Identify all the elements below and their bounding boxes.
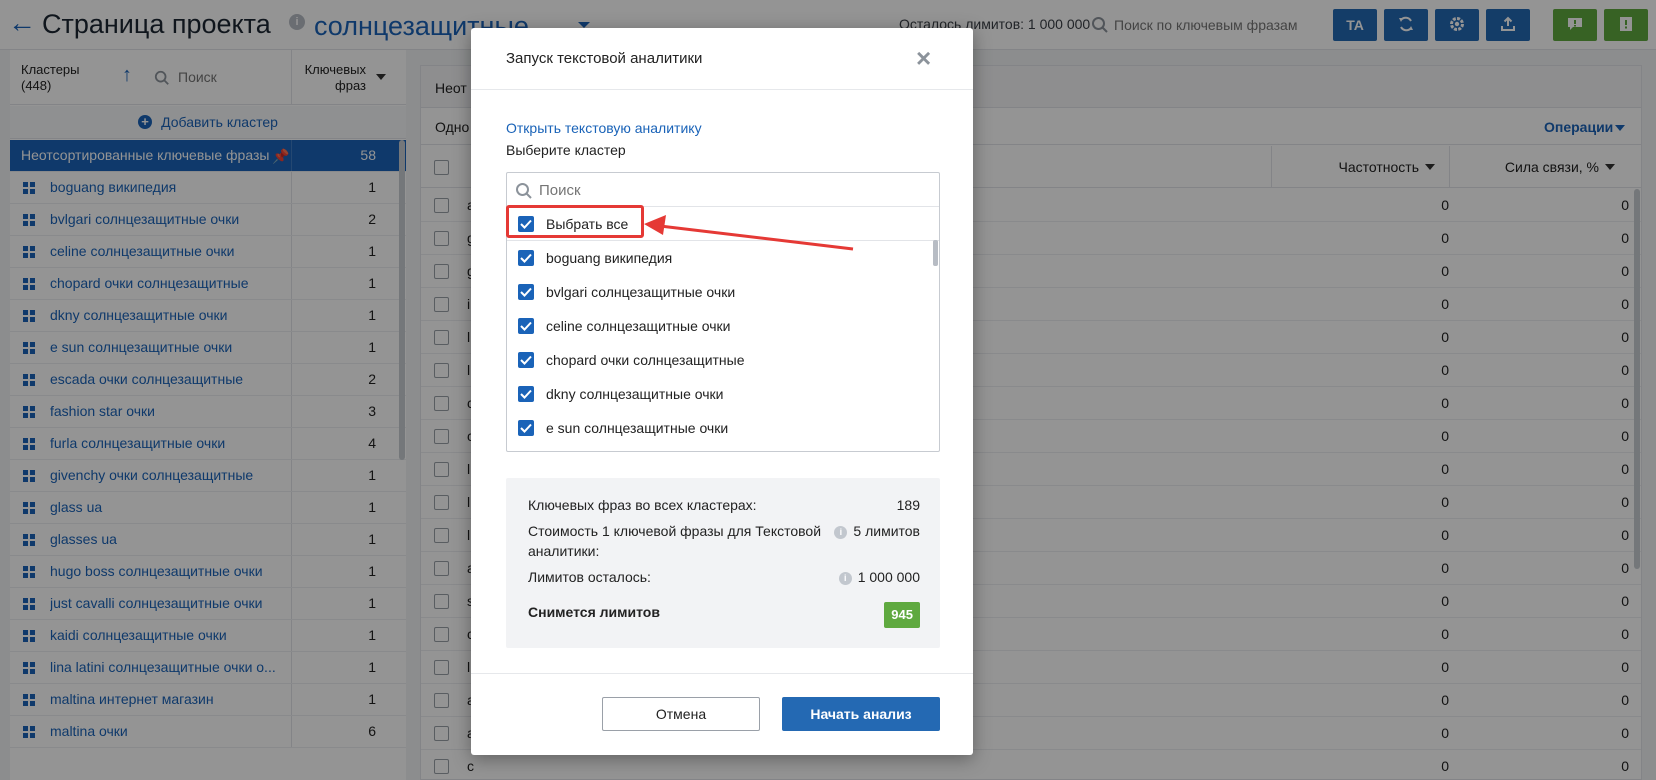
phrases-label: Ключевых фраз во всех кластерах: xyxy=(528,497,757,513)
open-text-analytics-link[interactable]: Открыть текстовую аналитику xyxy=(506,120,702,136)
cluster-picker-scrollbar[interactable] xyxy=(933,240,938,266)
cluster-option[interactable]: chopard очки солнцезащитные xyxy=(507,343,939,377)
dialog-title: Запуск текстовой аналитики xyxy=(506,50,703,67)
cluster-option[interactable]: boguang википедия xyxy=(507,241,939,275)
summary-remaining-row: Лимитов осталось: i 1 000 000 xyxy=(528,567,920,587)
cost-value: 5 лимитов xyxy=(853,523,920,539)
charge-label: Снимется лимитов xyxy=(528,604,660,620)
cluster-option-checkbox[interactable] xyxy=(518,250,534,266)
cluster-option-checkbox[interactable] xyxy=(518,284,534,300)
cluster-option-checkbox[interactable] xyxy=(518,318,534,334)
remaining-label: Лимитов осталось: xyxy=(528,569,651,585)
dialog-header: Запуск текстовой аналитики × xyxy=(471,28,973,90)
cluster-option[interactable]: celine солнцезащитные очки xyxy=(507,309,939,343)
summary-cost-row: Стоимость 1 ключевой фразы для Текстовой… xyxy=(528,521,920,561)
dialog-footer: Отмена Начать анализ xyxy=(471,673,973,755)
cluster-option-label: e sun солнцезащитные очки xyxy=(546,420,729,436)
close-icon[interactable]: × xyxy=(916,45,931,71)
cluster-option-checkbox[interactable] xyxy=(518,352,534,368)
highlight-box xyxy=(506,205,644,238)
start-analysis-button[interactable]: Начать анализ xyxy=(782,697,940,731)
summary-charge-row: Снимется лимитов 945 xyxy=(528,602,920,628)
charge-badge: 945 xyxy=(884,602,920,628)
cluster-option-label: bvlgari солнцезащитные очки xyxy=(546,284,736,300)
cluster-picker-search-input[interactable] xyxy=(539,177,919,203)
remaining-value: 1 000 000 xyxy=(857,569,920,585)
search-icon xyxy=(515,182,533,203)
cluster-option-checkbox[interactable] xyxy=(518,420,534,436)
cluster-option-label: celine солнцезащитные очки xyxy=(546,318,731,334)
cluster-option[interactable]: e sun солнцезащитные очки xyxy=(507,411,939,445)
text-analytics-dialog: Запуск текстовой аналитики × Открыть тек… xyxy=(471,28,973,755)
cluster-picker-list: Выбрать все boguang википедия bvlgari сол… xyxy=(507,206,939,445)
cluster-option[interactable]: bvlgari солнцезащитные очки xyxy=(507,275,939,309)
cost-label-line2: аналитики: xyxy=(528,543,600,559)
remaining-value-wrap: i 1 000 000 xyxy=(838,567,920,587)
cluster-option-label: dkny солнцезащитные очки xyxy=(546,386,724,402)
choose-cluster-label: Выберите кластер xyxy=(506,142,626,158)
cluster-option-label: chopard очки солнцезащитные xyxy=(546,352,745,368)
summary-phrases-row: Ключевых фраз во всех кластерах: 189 xyxy=(528,495,920,515)
info-icon[interactable]: i xyxy=(834,525,848,539)
phrases-value: 189 xyxy=(896,497,920,513)
cancel-button[interactable]: Отмена xyxy=(602,697,760,731)
cost-summary: Ключевых фраз во всех кластерах: 189 Сто… xyxy=(506,478,940,648)
cost-value-wrap: i 5 лимитов xyxy=(834,521,920,541)
cluster-option[interactable]: dkny солнцезащитные очки xyxy=(507,377,939,411)
info-icon[interactable]: i xyxy=(838,571,852,585)
cluster-option-label: boguang википедия xyxy=(546,250,673,266)
cluster-option-checkbox[interactable] xyxy=(518,386,534,402)
